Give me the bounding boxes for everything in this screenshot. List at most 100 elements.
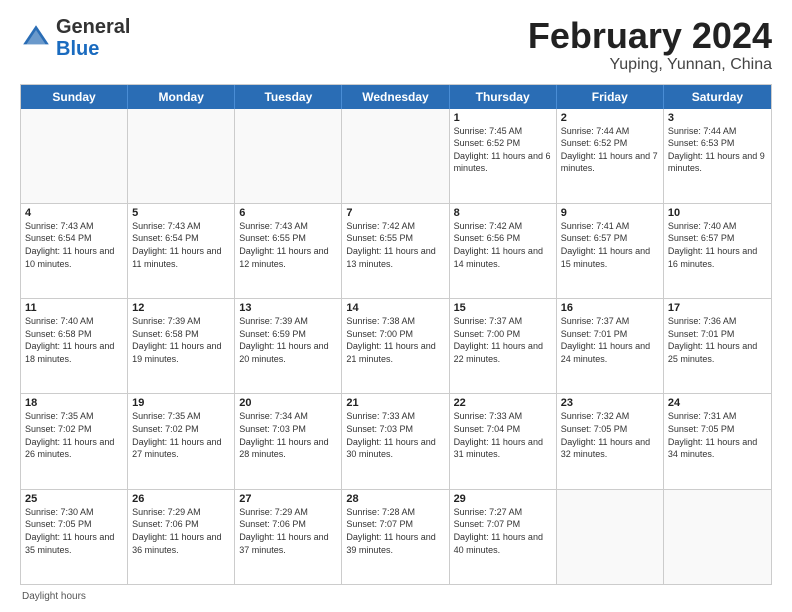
calendar-week-4: 18Sunrise: 7:35 AM Sunset: 7:02 PM Dayli… bbox=[21, 393, 771, 488]
day-number: 6 bbox=[239, 207, 337, 219]
empty-cell bbox=[557, 490, 664, 584]
day-info: Sunrise: 7:32 AM Sunset: 7:05 PM Dayligh… bbox=[561, 410, 659, 460]
day-number: 9 bbox=[561, 207, 659, 219]
day-info: Sunrise: 7:40 AM Sunset: 6:57 PM Dayligh… bbox=[668, 220, 767, 270]
day-info: Sunrise: 7:35 AM Sunset: 7:02 PM Dayligh… bbox=[132, 410, 230, 460]
footer-text: Daylight hours bbox=[22, 591, 86, 602]
day-info: Sunrise: 7:43 AM Sunset: 6:55 PM Dayligh… bbox=[239, 220, 337, 270]
day-cell-15: 15Sunrise: 7:37 AM Sunset: 7:00 PM Dayli… bbox=[450, 299, 557, 393]
day-cell-27: 27Sunrise: 7:29 AM Sunset: 7:06 PM Dayli… bbox=[235, 490, 342, 584]
day-number: 28 bbox=[346, 493, 444, 505]
day-header-thursday: Thursday bbox=[450, 85, 557, 109]
logo-icon bbox=[20, 22, 52, 54]
day-info: Sunrise: 7:39 AM Sunset: 6:58 PM Dayligh… bbox=[132, 315, 230, 365]
day-header-saturday: Saturday bbox=[664, 85, 771, 109]
day-cell-13: 13Sunrise: 7:39 AM Sunset: 6:59 PM Dayli… bbox=[235, 299, 342, 393]
day-info: Sunrise: 7:43 AM Sunset: 6:54 PM Dayligh… bbox=[25, 220, 123, 270]
calendar-week-3: 11Sunrise: 7:40 AM Sunset: 6:58 PM Dayli… bbox=[21, 298, 771, 393]
title-block: February 2024 Yuping, Yunnan, China bbox=[528, 16, 772, 74]
day-info: Sunrise: 7:27 AM Sunset: 7:07 PM Dayligh… bbox=[454, 506, 552, 556]
day-info: Sunrise: 7:33 AM Sunset: 7:03 PM Dayligh… bbox=[346, 410, 444, 460]
day-info: Sunrise: 7:44 AM Sunset: 6:53 PM Dayligh… bbox=[668, 125, 767, 175]
day-info: Sunrise: 7:28 AM Sunset: 7:07 PM Dayligh… bbox=[346, 506, 444, 556]
day-number: 24 bbox=[668, 397, 767, 409]
logo-text: General Blue bbox=[56, 16, 130, 60]
calendar-title: February 2024 bbox=[528, 16, 772, 56]
day-number: 5 bbox=[132, 207, 230, 219]
day-cell-28: 28Sunrise: 7:28 AM Sunset: 7:07 PM Dayli… bbox=[342, 490, 449, 584]
day-info: Sunrise: 7:41 AM Sunset: 6:57 PM Dayligh… bbox=[561, 220, 659, 270]
empty-cell bbox=[664, 490, 771, 584]
empty-cell bbox=[128, 109, 235, 203]
day-cell-5: 5Sunrise: 7:43 AM Sunset: 6:54 PM Daylig… bbox=[128, 204, 235, 298]
day-header-monday: Monday bbox=[128, 85, 235, 109]
day-header-friday: Friday bbox=[557, 85, 664, 109]
day-number: 20 bbox=[239, 397, 337, 409]
day-info: Sunrise: 7:29 AM Sunset: 7:06 PM Dayligh… bbox=[132, 506, 230, 556]
day-cell-6: 6Sunrise: 7:43 AM Sunset: 6:55 PM Daylig… bbox=[235, 204, 342, 298]
day-number: 2 bbox=[561, 112, 659, 124]
day-info: Sunrise: 7:37 AM Sunset: 7:00 PM Dayligh… bbox=[454, 315, 552, 365]
logo-general: General bbox=[56, 16, 130, 38]
logo-blue: Blue bbox=[56, 38, 99, 60]
empty-cell bbox=[21, 109, 128, 203]
day-cell-14: 14Sunrise: 7:38 AM Sunset: 7:00 PM Dayli… bbox=[342, 299, 449, 393]
day-number: 10 bbox=[668, 207, 767, 219]
calendar-week-5: 25Sunrise: 7:30 AM Sunset: 7:05 PM Dayli… bbox=[21, 489, 771, 584]
day-header-tuesday: Tuesday bbox=[235, 85, 342, 109]
day-number: 15 bbox=[454, 302, 552, 314]
calendar-week-1: 1Sunrise: 7:45 AM Sunset: 6:52 PM Daylig… bbox=[21, 109, 771, 203]
day-info: Sunrise: 7:42 AM Sunset: 6:55 PM Dayligh… bbox=[346, 220, 444, 270]
day-number: 19 bbox=[132, 397, 230, 409]
day-cell-18: 18Sunrise: 7:35 AM Sunset: 7:02 PM Dayli… bbox=[21, 394, 128, 488]
day-cell-19: 19Sunrise: 7:35 AM Sunset: 7:02 PM Dayli… bbox=[128, 394, 235, 488]
day-number: 22 bbox=[454, 397, 552, 409]
day-cell-26: 26Sunrise: 7:29 AM Sunset: 7:06 PM Dayli… bbox=[128, 490, 235, 584]
day-number: 8 bbox=[454, 207, 552, 219]
day-info: Sunrise: 7:39 AM Sunset: 6:59 PM Dayligh… bbox=[239, 315, 337, 365]
day-number: 21 bbox=[346, 397, 444, 409]
day-info: Sunrise: 7:43 AM Sunset: 6:54 PM Dayligh… bbox=[132, 220, 230, 270]
day-cell-23: 23Sunrise: 7:32 AM Sunset: 7:05 PM Dayli… bbox=[557, 394, 664, 488]
day-number: 16 bbox=[561, 302, 659, 314]
page: General Blue February 2024 Yuping, Yunna… bbox=[0, 0, 792, 612]
calendar-body: 1Sunrise: 7:45 AM Sunset: 6:52 PM Daylig… bbox=[21, 109, 771, 584]
header: General Blue February 2024 Yuping, Yunna… bbox=[20, 16, 772, 74]
day-info: Sunrise: 7:35 AM Sunset: 7:02 PM Dayligh… bbox=[25, 410, 123, 460]
day-cell-2: 2Sunrise: 7:44 AM Sunset: 6:52 PM Daylig… bbox=[557, 109, 664, 203]
day-cell-20: 20Sunrise: 7:34 AM Sunset: 7:03 PM Dayli… bbox=[235, 394, 342, 488]
day-header-sunday: Sunday bbox=[21, 85, 128, 109]
day-cell-10: 10Sunrise: 7:40 AM Sunset: 6:57 PM Dayli… bbox=[664, 204, 771, 298]
day-cell-25: 25Sunrise: 7:30 AM Sunset: 7:05 PM Dayli… bbox=[21, 490, 128, 584]
day-number: 25 bbox=[25, 493, 123, 505]
day-cell-21: 21Sunrise: 7:33 AM Sunset: 7:03 PM Dayli… bbox=[342, 394, 449, 488]
calendar-header: SundayMondayTuesdayWednesdayThursdayFrid… bbox=[21, 85, 771, 109]
day-number: 11 bbox=[25, 302, 123, 314]
day-cell-9: 9Sunrise: 7:41 AM Sunset: 6:57 PM Daylig… bbox=[557, 204, 664, 298]
calendar: SundayMondayTuesdayWednesdayThursdayFrid… bbox=[20, 84, 772, 585]
day-info: Sunrise: 7:40 AM Sunset: 6:58 PM Dayligh… bbox=[25, 315, 123, 365]
day-cell-3: 3Sunrise: 7:44 AM Sunset: 6:53 PM Daylig… bbox=[664, 109, 771, 203]
day-cell-8: 8Sunrise: 7:42 AM Sunset: 6:56 PM Daylig… bbox=[450, 204, 557, 298]
day-cell-29: 29Sunrise: 7:27 AM Sunset: 7:07 PM Dayli… bbox=[450, 490, 557, 584]
day-number: 26 bbox=[132, 493, 230, 505]
day-number: 14 bbox=[346, 302, 444, 314]
day-number: 7 bbox=[346, 207, 444, 219]
day-info: Sunrise: 7:42 AM Sunset: 6:56 PM Dayligh… bbox=[454, 220, 552, 270]
day-info: Sunrise: 7:33 AM Sunset: 7:04 PM Dayligh… bbox=[454, 410, 552, 460]
day-info: Sunrise: 7:44 AM Sunset: 6:52 PM Dayligh… bbox=[561, 125, 659, 175]
calendar-week-2: 4Sunrise: 7:43 AM Sunset: 6:54 PM Daylig… bbox=[21, 203, 771, 298]
day-cell-17: 17Sunrise: 7:36 AM Sunset: 7:01 PM Dayli… bbox=[664, 299, 771, 393]
day-cell-7: 7Sunrise: 7:42 AM Sunset: 6:55 PM Daylig… bbox=[342, 204, 449, 298]
day-number: 29 bbox=[454, 493, 552, 505]
day-info: Sunrise: 7:30 AM Sunset: 7:05 PM Dayligh… bbox=[25, 506, 123, 556]
day-number: 12 bbox=[132, 302, 230, 314]
day-info: Sunrise: 7:31 AM Sunset: 7:05 PM Dayligh… bbox=[668, 410, 767, 460]
calendar-location: Yuping, Yunnan, China bbox=[528, 56, 772, 74]
day-info: Sunrise: 7:34 AM Sunset: 7:03 PM Dayligh… bbox=[239, 410, 337, 460]
day-number: 18 bbox=[25, 397, 123, 409]
day-cell-24: 24Sunrise: 7:31 AM Sunset: 7:05 PM Dayli… bbox=[664, 394, 771, 488]
day-number: 1 bbox=[454, 112, 552, 124]
day-number: 27 bbox=[239, 493, 337, 505]
day-number: 17 bbox=[668, 302, 767, 314]
